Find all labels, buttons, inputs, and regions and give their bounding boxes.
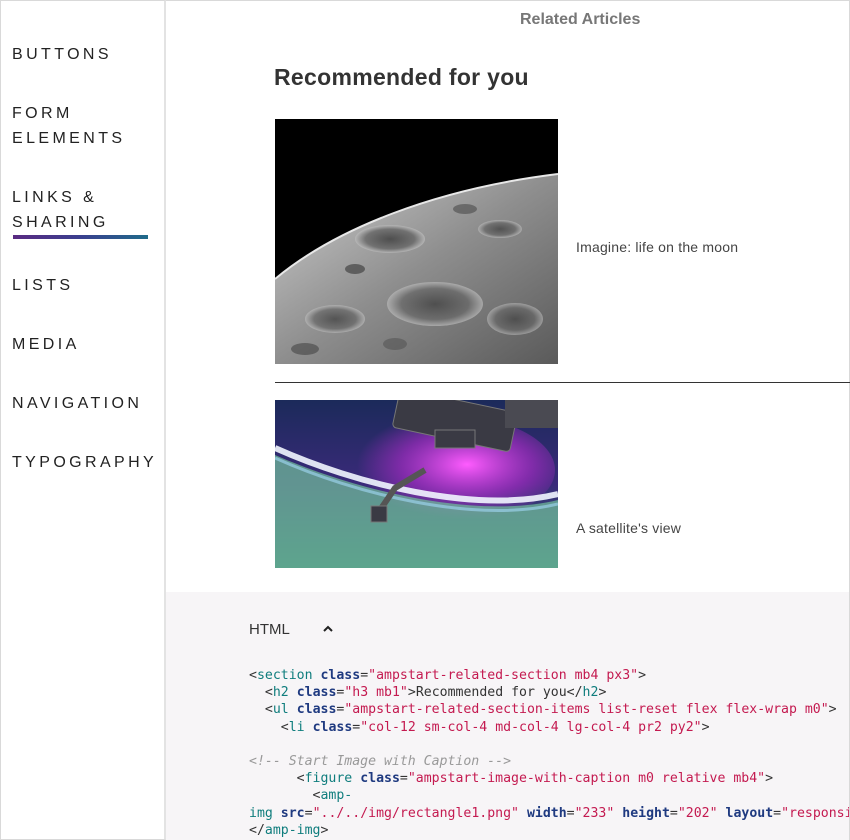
page-title: Recommended for you (274, 64, 529, 90)
sidebar-nav: Buttons Form Elements Links & Sharing Li… (0, 0, 166, 840)
code-block: <section class="ampstart-related-section… (249, 668, 849, 838)
section-title: Related Articles (520, 11, 641, 28)
moon-image[interactable] (275, 119, 558, 364)
article-caption[interactable]: Imagine: life on the moon (576, 239, 738, 255)
code-panel: HTML <section class="ampstart-related-se… (166, 592, 850, 840)
sidebar-item-form-elements-line1[interactable]: Form (12, 101, 73, 126)
active-item-underline (13, 235, 148, 239)
satellite-image[interactable] (275, 400, 558, 568)
sidebar-item-form-elements-line2[interactable]: Elements (12, 126, 125, 151)
sidebar-item-buttons[interactable]: Buttons (12, 42, 112, 67)
sidebar-item-navigation[interactable]: Navigation (12, 391, 142, 416)
sidebar-item-lists[interactable]: Lists (12, 273, 73, 298)
sidebar-item-links-sharing-line2[interactable]: Sharing (12, 210, 109, 235)
moon-surface-picture (275, 119, 558, 364)
space-station-aurora-picture (275, 400, 558, 568)
sidebar-item-links-sharing-line1[interactable]: Links & (12, 185, 97, 210)
preview-area: Related Articles Recommended for you Ima… (166, 0, 850, 592)
code-language-label: HTML (249, 621, 290, 638)
sidebar-item-media[interactable]: Media (12, 332, 80, 357)
article-caption[interactable]: A satellite's view (576, 520, 681, 536)
divider (275, 382, 850, 383)
chevron-up-icon[interactable] (321, 622, 335, 636)
sidebar-item-typography[interactable]: Typography (12, 450, 157, 475)
